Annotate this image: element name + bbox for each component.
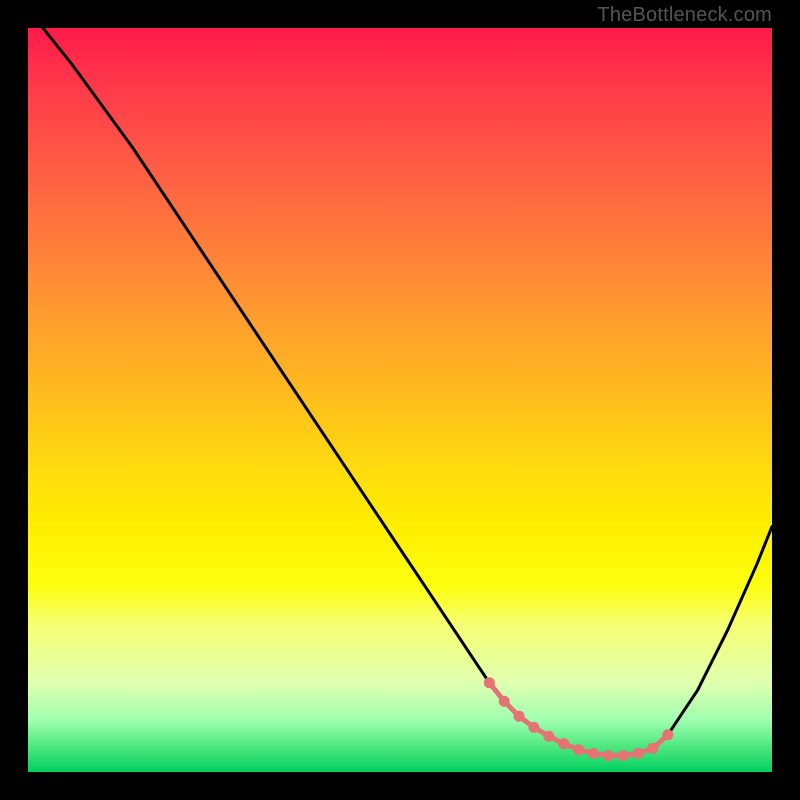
plot-area (28, 28, 772, 772)
chart-container: TheBottleneck.com (0, 0, 800, 800)
watermark-text: TheBottleneck.com (597, 4, 772, 27)
